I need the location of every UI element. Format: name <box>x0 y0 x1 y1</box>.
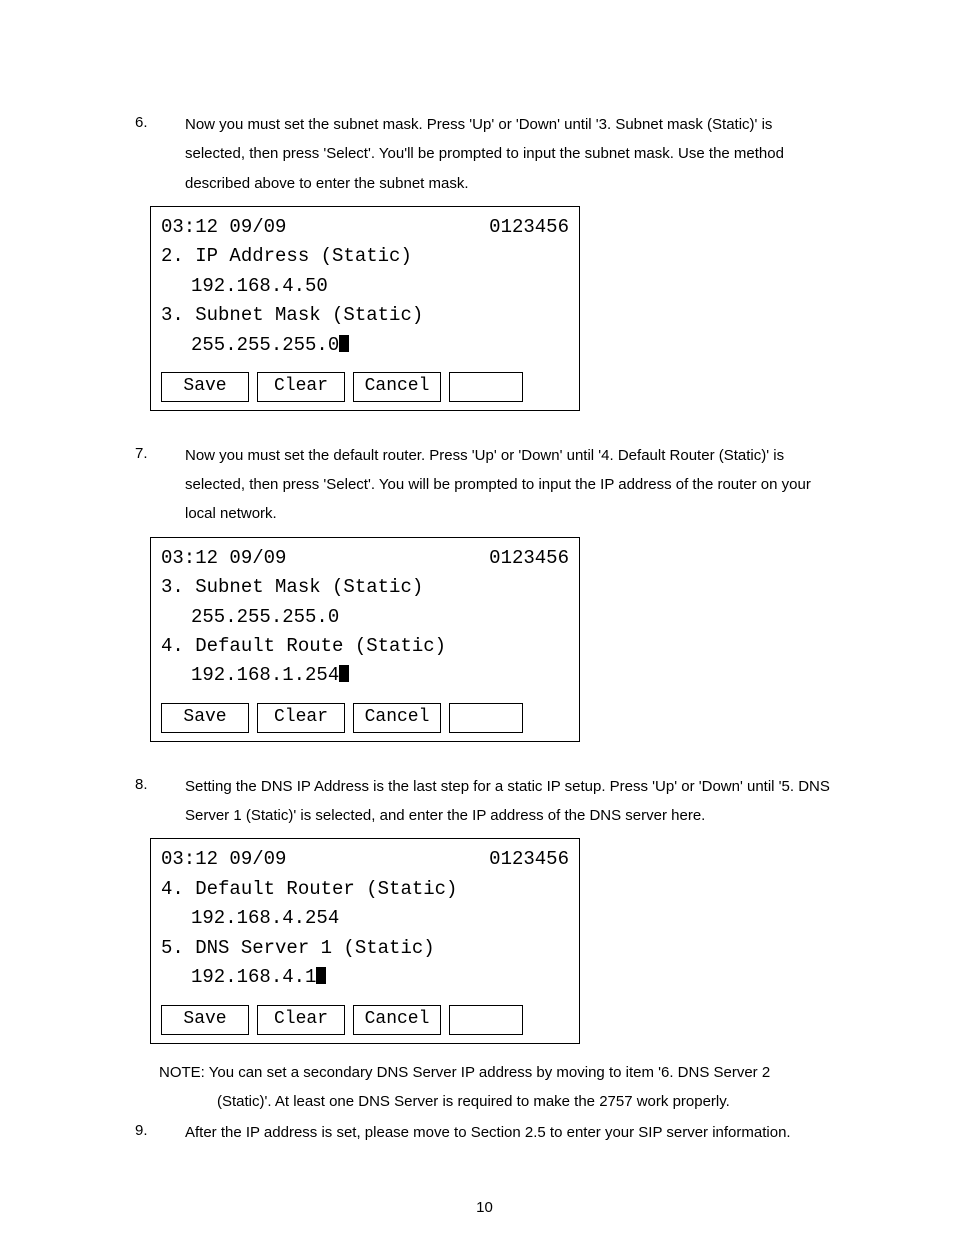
step-9: 9. After the IP address is set, please m… <box>135 1118 834 1147</box>
lcd-value-editing: 192.168.1.254 <box>161 661 569 690</box>
empty-button[interactable] <box>449 372 523 402</box>
step-7: 7. Now you must set the default router. … <box>135 441 834 529</box>
lcd-button-row: Save Clear Cancel <box>161 372 569 402</box>
lcd-value: 192.168.4.50 <box>161 272 569 301</box>
clear-button[interactable]: Clear <box>257 372 345 402</box>
step-number: 8. <box>135 772 185 831</box>
empty-button[interactable] <box>449 1005 523 1035</box>
lcd-extension: 0123456 <box>489 213 569 242</box>
lcd-time: 03:12 09/09 <box>161 845 286 874</box>
lcd-menu-item: 3. Subnet Mask (Static) <box>161 573 569 602</box>
note-line: NOTE: You can set a secondary DNS Server… <box>159 1058 834 1087</box>
cancel-button[interactable]: Cancel <box>353 703 441 733</box>
step-text: Now you must set the default router. Pre… <box>185 441 834 529</box>
note-line: (Static)'. At least one DNS Server is re… <box>159 1087 834 1116</box>
lcd-menu-item: 4. Default Router (Static) <box>161 875 569 904</box>
step-number: 7. <box>135 441 185 529</box>
lcd-menu-item: 2. IP Address (Static) <box>161 242 569 271</box>
lcd-value: 192.168.4.254 <box>161 904 569 933</box>
clear-button[interactable]: Clear <box>257 1005 345 1035</box>
empty-button[interactable] <box>449 703 523 733</box>
step-number: 9. <box>135 1118 185 1147</box>
step-text: Now you must set the subnet mask. Press … <box>185 110 834 198</box>
cancel-button[interactable]: Cancel <box>353 1005 441 1035</box>
lcd-value-editing: 192.168.4.1 <box>161 963 569 992</box>
lcd-extension: 0123456 <box>489 845 569 874</box>
lcd-screen-2: 03:12 09/09 0123456 3. Subnet Mask (Stat… <box>150 537 580 742</box>
lcd-time: 03:12 09/09 <box>161 544 286 573</box>
lcd-button-row: Save Clear Cancel <box>161 703 569 733</box>
page-number: 10 <box>135 1199 834 1216</box>
lcd-screen-1: 03:12 09/09 0123456 2. IP Address (Stati… <box>150 206 580 411</box>
step-number: 6. <box>135 110 185 198</box>
note-block: NOTE: You can set a secondary DNS Server… <box>159 1058 834 1117</box>
lcd-time: 03:12 09/09 <box>161 213 286 242</box>
step-text: After the IP address is set, please move… <box>185 1118 834 1147</box>
lcd-menu-item: 5. DNS Server 1 (Static) <box>161 934 569 963</box>
step-text: Setting the DNS IP Address is the last s… <box>185 772 834 831</box>
lcd-screen-3: 03:12 09/09 0123456 4. Default Router (S… <box>150 838 580 1043</box>
lcd-menu-item: 4. Default Route (Static) <box>161 632 569 661</box>
lcd-button-row: Save Clear Cancel <box>161 1005 569 1035</box>
lcd-extension: 0123456 <box>489 544 569 573</box>
lcd-menu-item: 3. Subnet Mask (Static) <box>161 301 569 330</box>
save-button[interactable]: Save <box>161 372 249 402</box>
step-8: 8. Setting the DNS IP Address is the las… <box>135 772 834 831</box>
lcd-value: 255.255.255.0 <box>161 603 569 632</box>
cancel-button[interactable]: Cancel <box>353 372 441 402</box>
save-button[interactable]: Save <box>161 703 249 733</box>
step-6: 6. Now you must set the subnet mask. Pre… <box>135 110 834 198</box>
save-button[interactable]: Save <box>161 1005 249 1035</box>
clear-button[interactable]: Clear <box>257 703 345 733</box>
lcd-value-editing: 255.255.255.0 <box>161 331 569 360</box>
